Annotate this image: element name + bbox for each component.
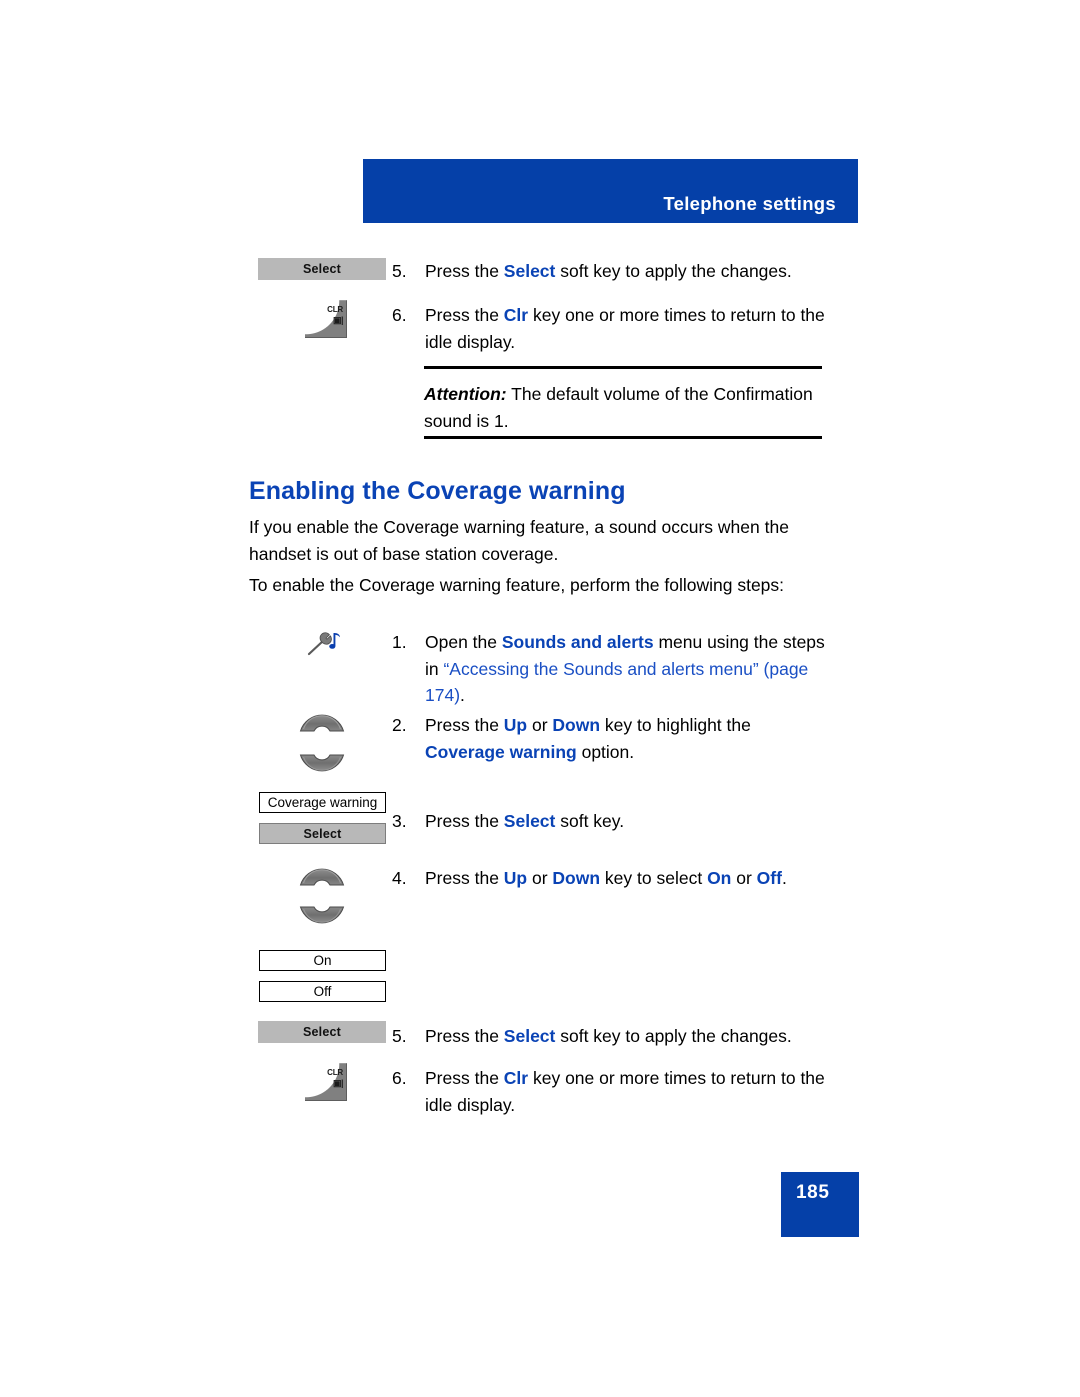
- attention-rule-bottom: [424, 436, 822, 439]
- up-keyword: Up: [503, 715, 528, 735]
- clr-key-graphic-top: CLR ▣|: [305, 300, 347, 338]
- step-text-6: Press the Clr key one or more times to r…: [425, 1065, 830, 1118]
- step-number-6: 6.: [392, 1068, 407, 1088]
- step4-fragment-b: key to select: [600, 868, 708, 888]
- up-key-svg: [299, 868, 345, 886]
- select-softkey-graphic-top: Select: [258, 258, 386, 280]
- select-softkey-label: Select: [302, 262, 342, 276]
- step-text-2: Press the Up or Down key to highlight th…: [425, 712, 827, 765]
- step2-fragment-c: option.: [576, 741, 635, 762]
- step-text-3: Press the Select soft key.: [425, 808, 827, 835]
- down-key-svg: [299, 906, 345, 924]
- step-text-1: Open the Sounds and alerts menu using th…: [425, 629, 827, 709]
- clr-key-label: CLR: [327, 305, 343, 314]
- on-keyword: On: [707, 868, 732, 888]
- step1-fragment-a: Open the: [425, 632, 502, 652]
- down-keyword: Down: [552, 715, 601, 735]
- step-text-fragment: soft key to apply the changes.: [555, 261, 792, 281]
- step5-fragment-a: Press the: [425, 1026, 504, 1046]
- clr-keyword: Clr: [503, 1068, 529, 1088]
- down-key-graphic-4: [299, 903, 345, 933]
- step1-menu-name: Sounds and alerts: [501, 632, 654, 652]
- page-number: 185: [796, 1182, 830, 1203]
- step4-fragment-a: Press the: [425, 868, 504, 888]
- off-keyword: Off: [756, 868, 782, 888]
- attention-note: Attention: The default volume of the Con…: [424, 381, 824, 434]
- step-text-keyword: Select: [503, 261, 556, 281]
- option-off[interactable]: Off: [259, 981, 386, 1002]
- select-keyword: Select: [503, 811, 556, 831]
- intro-paragraph-2: To enable the Coverage warning feature, …: [249, 575, 785, 595]
- select-softkey-label: Select: [302, 1025, 342, 1039]
- step2-fragment-a: Press the: [425, 715, 504, 735]
- step2-fragment-b: key to highlight the: [600, 715, 751, 735]
- step-text-5: Press the Select soft key to apply the c…: [425, 1023, 830, 1050]
- step1-fragment-c: in: [425, 658, 444, 679]
- step2-fragment-mid: or: [527, 715, 553, 735]
- step-number-top-5: 5.: [392, 261, 407, 281]
- step-number-2: 2.: [392, 715, 407, 735]
- step-number-top-6: 6.: [392, 305, 407, 325]
- page-header-banner: Telephone settings: [363, 159, 858, 223]
- step6-fragment-b: key one or more times to return to the: [528, 1068, 825, 1088]
- step-number-3: 3.: [392, 811, 407, 831]
- step4-fragment-mid2: or: [731, 868, 757, 888]
- step3-fragment-a: Press the: [425, 811, 504, 831]
- step-number-5: 5.: [392, 1026, 407, 1046]
- step4-fragment-end: .: [781, 868, 787, 888]
- step-text-4: Press the Up or Down key to select On or…: [425, 865, 827, 892]
- option-on-label: On: [313, 953, 332, 968]
- up-keyword: Up: [503, 868, 528, 888]
- sounds-and-alerts-svg: [307, 632, 340, 656]
- clr-key-glyph: ▣|: [332, 1078, 344, 1088]
- down-key-graphic-2: [299, 751, 345, 781]
- step-number-1: 1.: [392, 632, 407, 652]
- up-key-graphic-2: [299, 705, 345, 735]
- step6-fragment-a: Press the: [425, 1068, 504, 1088]
- attention-rule-top: [424, 366, 822, 369]
- clr-key-label: CLR: [327, 1068, 343, 1077]
- menu-item-coverage-warning[interactable]: Coverage warning: [259, 792, 386, 813]
- step4-fragment-mid: or: [527, 868, 553, 888]
- step3-fragment-b: soft key.: [555, 811, 625, 831]
- step1-fragment-d: .: [460, 685, 465, 705]
- up-key-svg: [299, 714, 345, 732]
- select-softkey-graphic-5: Select: [258, 1021, 386, 1043]
- step1-fragment-b: menu using the steps: [653, 632, 825, 652]
- page-number-block: 185: [781, 1172, 859, 1237]
- page-header-title: Telephone settings: [663, 193, 836, 214]
- step-text-top-5: Press the Select soft key to apply the c…: [425, 258, 830, 285]
- select-softkey-graphic-3: Select: [259, 823, 386, 844]
- select-softkey-label: Select: [303, 826, 342, 841]
- down-key-svg: [299, 754, 345, 772]
- clr-key-glyph: ▣|: [332, 315, 344, 325]
- option-off-label: Off: [313, 984, 332, 999]
- down-keyword: Down: [552, 868, 601, 888]
- step-text-top-6: Press the Clr key one or more times to r…: [425, 305, 825, 352]
- clr-keyword: Clr: [503, 305, 529, 325]
- intro-paragraph-1: If you enable the Coverage warning featu…: [249, 517, 789, 564]
- step-number-4: 4.: [392, 868, 407, 888]
- select-keyword: Select: [503, 1026, 556, 1046]
- attention-label: Attention:: [424, 384, 507, 404]
- document-page: Telephone settings Select 5. Press the S…: [0, 0, 1080, 1397]
- coverage-warning-keyword: Coverage warning: [425, 741, 577, 762]
- section-heading: Enabling the Coverage warning: [249, 477, 626, 505]
- cross-reference-link[interactable]: “Accessing the Sounds and alerts menu”: [443, 659, 758, 679]
- up-key-graphic-4: [299, 859, 345, 889]
- sounds-and-alerts-icon: [305, 630, 343, 660]
- option-on[interactable]: On: [259, 950, 386, 971]
- step6-fragment-c: idle display.: [425, 1094, 516, 1115]
- step-text-fragment: Press the: [425, 261, 504, 281]
- menu-item-label: Coverage warning: [267, 795, 378, 810]
- step5-fragment-b: soft key to apply the changes.: [555, 1026, 792, 1046]
- clr-key-graphic-6: CLR ▣|: [305, 1063, 347, 1101]
